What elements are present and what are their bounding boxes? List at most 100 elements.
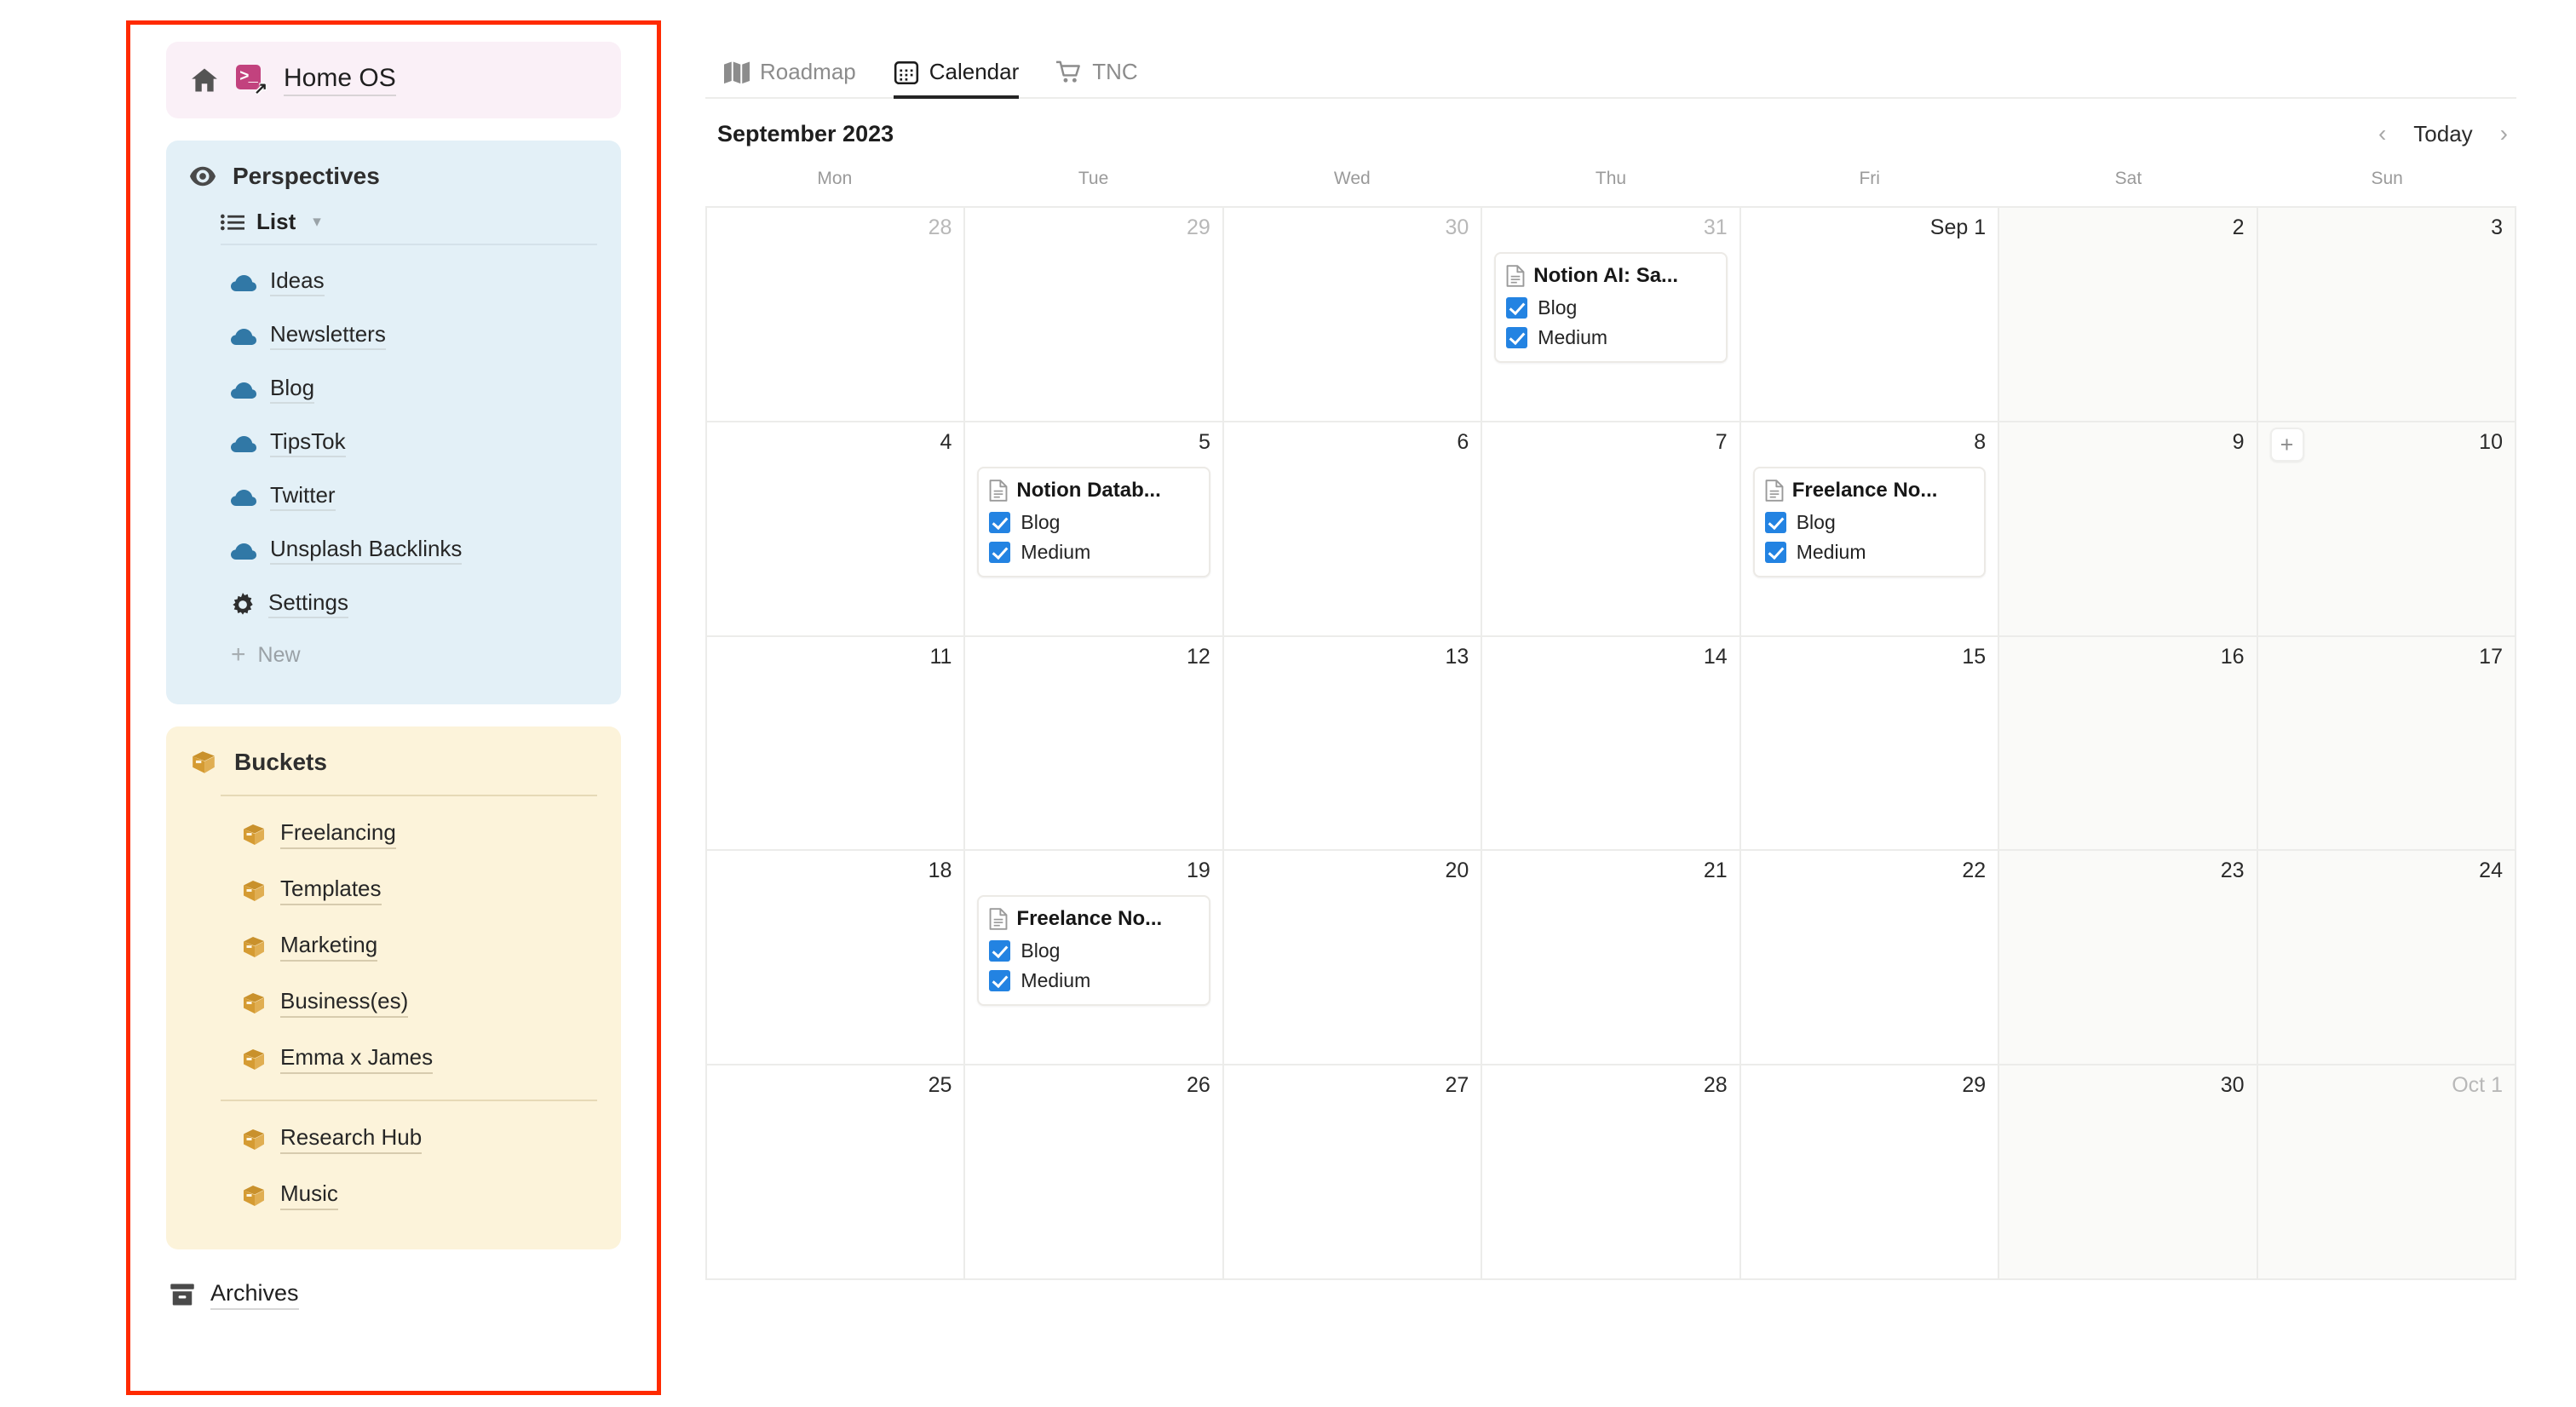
checkbox-checked-icon[interactable] xyxy=(1506,327,1528,348)
calendar-day-number: 31 xyxy=(1703,215,1728,239)
calendar-day-cell[interactable]: 20 xyxy=(1223,851,1483,1066)
package-icon xyxy=(244,937,264,957)
calendar-day-cell[interactable]: 9 xyxy=(1999,422,2258,637)
calendar-day-cell[interactable]: 22 xyxy=(1740,851,2000,1066)
calendar-day-cell[interactable]: 17 xyxy=(2257,636,2516,852)
next-month-button[interactable]: › xyxy=(2500,122,2508,146)
checkbox-checked-icon[interactable] xyxy=(1506,297,1528,319)
perspectives-new-button[interactable]: + New xyxy=(190,631,597,679)
calendar-day-cell[interactable]: 19 Freelance No... Blog Medium xyxy=(965,851,1224,1066)
calendar-day-cell[interactable]: 30 xyxy=(1223,208,1483,422)
calendar-day-cell[interactable]: +10 xyxy=(2257,422,2516,637)
sidebar-item-businesses[interactable]: Business(es) xyxy=(190,975,597,1031)
perspectives-new-label: New xyxy=(257,642,301,667)
event-title-text: Freelance No... xyxy=(1791,478,1938,502)
calendar-day-cell[interactable]: 14 xyxy=(1482,636,1741,852)
dow-label: Tue xyxy=(1078,169,1109,188)
sidebar-item-settings[interactable]: Settings xyxy=(190,577,597,631)
sidebar-item-marketing[interactable]: Marketing xyxy=(190,919,597,975)
perspectives-view-selector[interactable]: List ▾ xyxy=(190,209,597,235)
calendar-day-cell[interactable]: 31 Notion AI: Sa... Blog Medium xyxy=(1482,208,1741,422)
cloud-icon xyxy=(231,382,256,399)
notion-app-icon: >_ ↗ xyxy=(236,65,267,98)
calendar-day-cell[interactable]: 13 xyxy=(1223,636,1483,852)
calendar-day-cell[interactable]: 26 xyxy=(965,1065,1224,1280)
calendar-day-cell[interactable]: 3 xyxy=(2257,208,2516,422)
checkbox-checked-icon[interactable] xyxy=(1764,511,1786,533)
sidebar-item-twitter[interactable]: Twitter xyxy=(190,470,597,524)
event-property-label: Medium xyxy=(1538,326,1608,348)
package-icon xyxy=(244,881,264,901)
calendar-day-cell[interactable]: 8 Freelance No... Blog Medium xyxy=(1740,422,2000,637)
prev-month-button[interactable]: ‹ xyxy=(2378,122,2386,146)
sidebar-item-label: Unsplash Backlinks xyxy=(270,536,463,566)
tab-tnc[interactable]: TNC xyxy=(1038,59,1156,97)
tab-roadmap[interactable]: Roadmap xyxy=(705,59,875,97)
calendar-day-cell[interactable]: Sep 1 xyxy=(1740,208,2000,422)
calendar-day-cell[interactable]: 12 xyxy=(965,636,1224,852)
today-button[interactable]: Today xyxy=(2413,121,2472,147)
sidebar-item-blog[interactable]: Blog xyxy=(190,363,597,416)
document-icon xyxy=(1506,265,1525,287)
calendar-event-card[interactable]: Notion Datab... Blog Medium xyxy=(977,466,1210,577)
calendar-day-number: 27 xyxy=(1445,1073,1469,1098)
calendar-day-cell[interactable]: 5 Notion Datab... Blog Medium xyxy=(965,422,1224,637)
sidebar-item-unsplash-backlinks[interactable]: Unsplash Backlinks xyxy=(190,524,597,577)
dow-label: Sat xyxy=(2114,169,2142,188)
calendar-day-cell[interactable]: 11 xyxy=(707,636,966,852)
calendar-event-card[interactable]: Freelance No... Blog Medium xyxy=(1752,466,1987,577)
tab-calendar[interactable]: Calendar xyxy=(875,59,1038,99)
calendar-day-cell[interactable]: 25 xyxy=(707,1065,966,1280)
calendar-event-card[interactable]: Freelance No... Blog Medium xyxy=(977,895,1210,1007)
calendar-day-cell[interactable]: 21 xyxy=(1482,851,1741,1066)
calendar-day-cell[interactable]: 4 xyxy=(707,422,966,637)
checkbox-checked-icon[interactable] xyxy=(1764,541,1786,563)
calendar-day-cell[interactable]: 15 xyxy=(1740,636,2000,852)
perspectives-view-label: List xyxy=(256,209,296,234)
calendar-day-cell[interactable]: 24 xyxy=(2257,851,2516,1066)
calendar-day-cell[interactable]: 28 xyxy=(1482,1065,1741,1280)
sidebar-item-label: Settings xyxy=(268,589,348,619)
calendar-day-cell[interactable]: 29 xyxy=(1740,1065,2000,1280)
calendar-day-number: 17 xyxy=(2479,644,2503,669)
calendar-day-cell[interactable]: 18 xyxy=(707,851,966,1066)
calendar-day-number: 5 xyxy=(1198,429,1210,454)
calendar-day-cell[interactable]: 7 xyxy=(1482,422,1741,637)
calendar-day-cell[interactable]: 16 xyxy=(1999,636,2258,852)
document-icon xyxy=(1765,480,1784,502)
sidebar-item-archives[interactable]: Archives xyxy=(166,1268,621,1321)
calendar-day-number: 6 xyxy=(1457,429,1469,454)
sidebar-item-templates[interactable]: Templates xyxy=(190,863,597,919)
home-os-card[interactable]: >_ ↗ Home OS xyxy=(166,42,621,118)
sidebar-item-research-hub[interactable]: Research Hub xyxy=(190,1111,597,1168)
calendar-day-cell[interactable]: 29 xyxy=(965,208,1224,422)
calendar-day-cell[interactable]: 28 xyxy=(707,208,966,422)
calendar-day-cell[interactable]: Oct 1 xyxy=(2257,1065,2516,1280)
event-property-row: Medium xyxy=(1764,541,1974,564)
calendar-day-cell[interactable]: 30 xyxy=(1999,1065,2258,1280)
calendar-day-cell[interactable]: 23 xyxy=(1999,851,2258,1066)
external-link-arrow-icon: ↗ xyxy=(254,80,267,98)
buckets-divider-bottom xyxy=(221,1100,597,1101)
calendar-event-card[interactable]: Notion AI: Sa... Blog Medium xyxy=(1494,252,1728,363)
calendar-day-cell[interactable]: 6 xyxy=(1223,422,1483,637)
calendar-day-number: 18 xyxy=(928,859,952,883)
sidebar-item-ideas[interactable]: Ideas xyxy=(190,256,597,309)
calendar-day-number: 30 xyxy=(2220,1073,2245,1098)
add-event-button[interactable]: + xyxy=(2269,427,2304,462)
calendar-day-cell[interactable]: 2 xyxy=(1999,208,2258,422)
checkbox-checked-icon[interactable] xyxy=(989,940,1011,962)
sidebar-item-newsletters[interactable]: Newsletters xyxy=(190,309,597,363)
sidebar-item-tipstok[interactable]: TipsTok xyxy=(190,416,597,470)
calendar-day-number: 29 xyxy=(1187,215,1210,239)
calendar-day-number: 10 xyxy=(2479,429,2503,454)
sidebar-item-music[interactable]: Music xyxy=(190,1168,597,1224)
sidebar-item-emma-x-james[interactable]: Emma x James xyxy=(190,1031,597,1088)
sidebar-item-freelancing[interactable]: Freelancing xyxy=(190,807,597,863)
calendar-day-cell[interactable]: 27 xyxy=(1223,1065,1483,1280)
checkbox-checked-icon[interactable] xyxy=(989,541,1011,563)
checkbox-checked-icon[interactable] xyxy=(989,511,1011,533)
checkbox-checked-icon[interactable] xyxy=(989,970,1011,992)
event-property-label: Blog xyxy=(1021,939,1061,962)
event-title-text: Notion AI: Sa... xyxy=(1533,264,1679,287)
